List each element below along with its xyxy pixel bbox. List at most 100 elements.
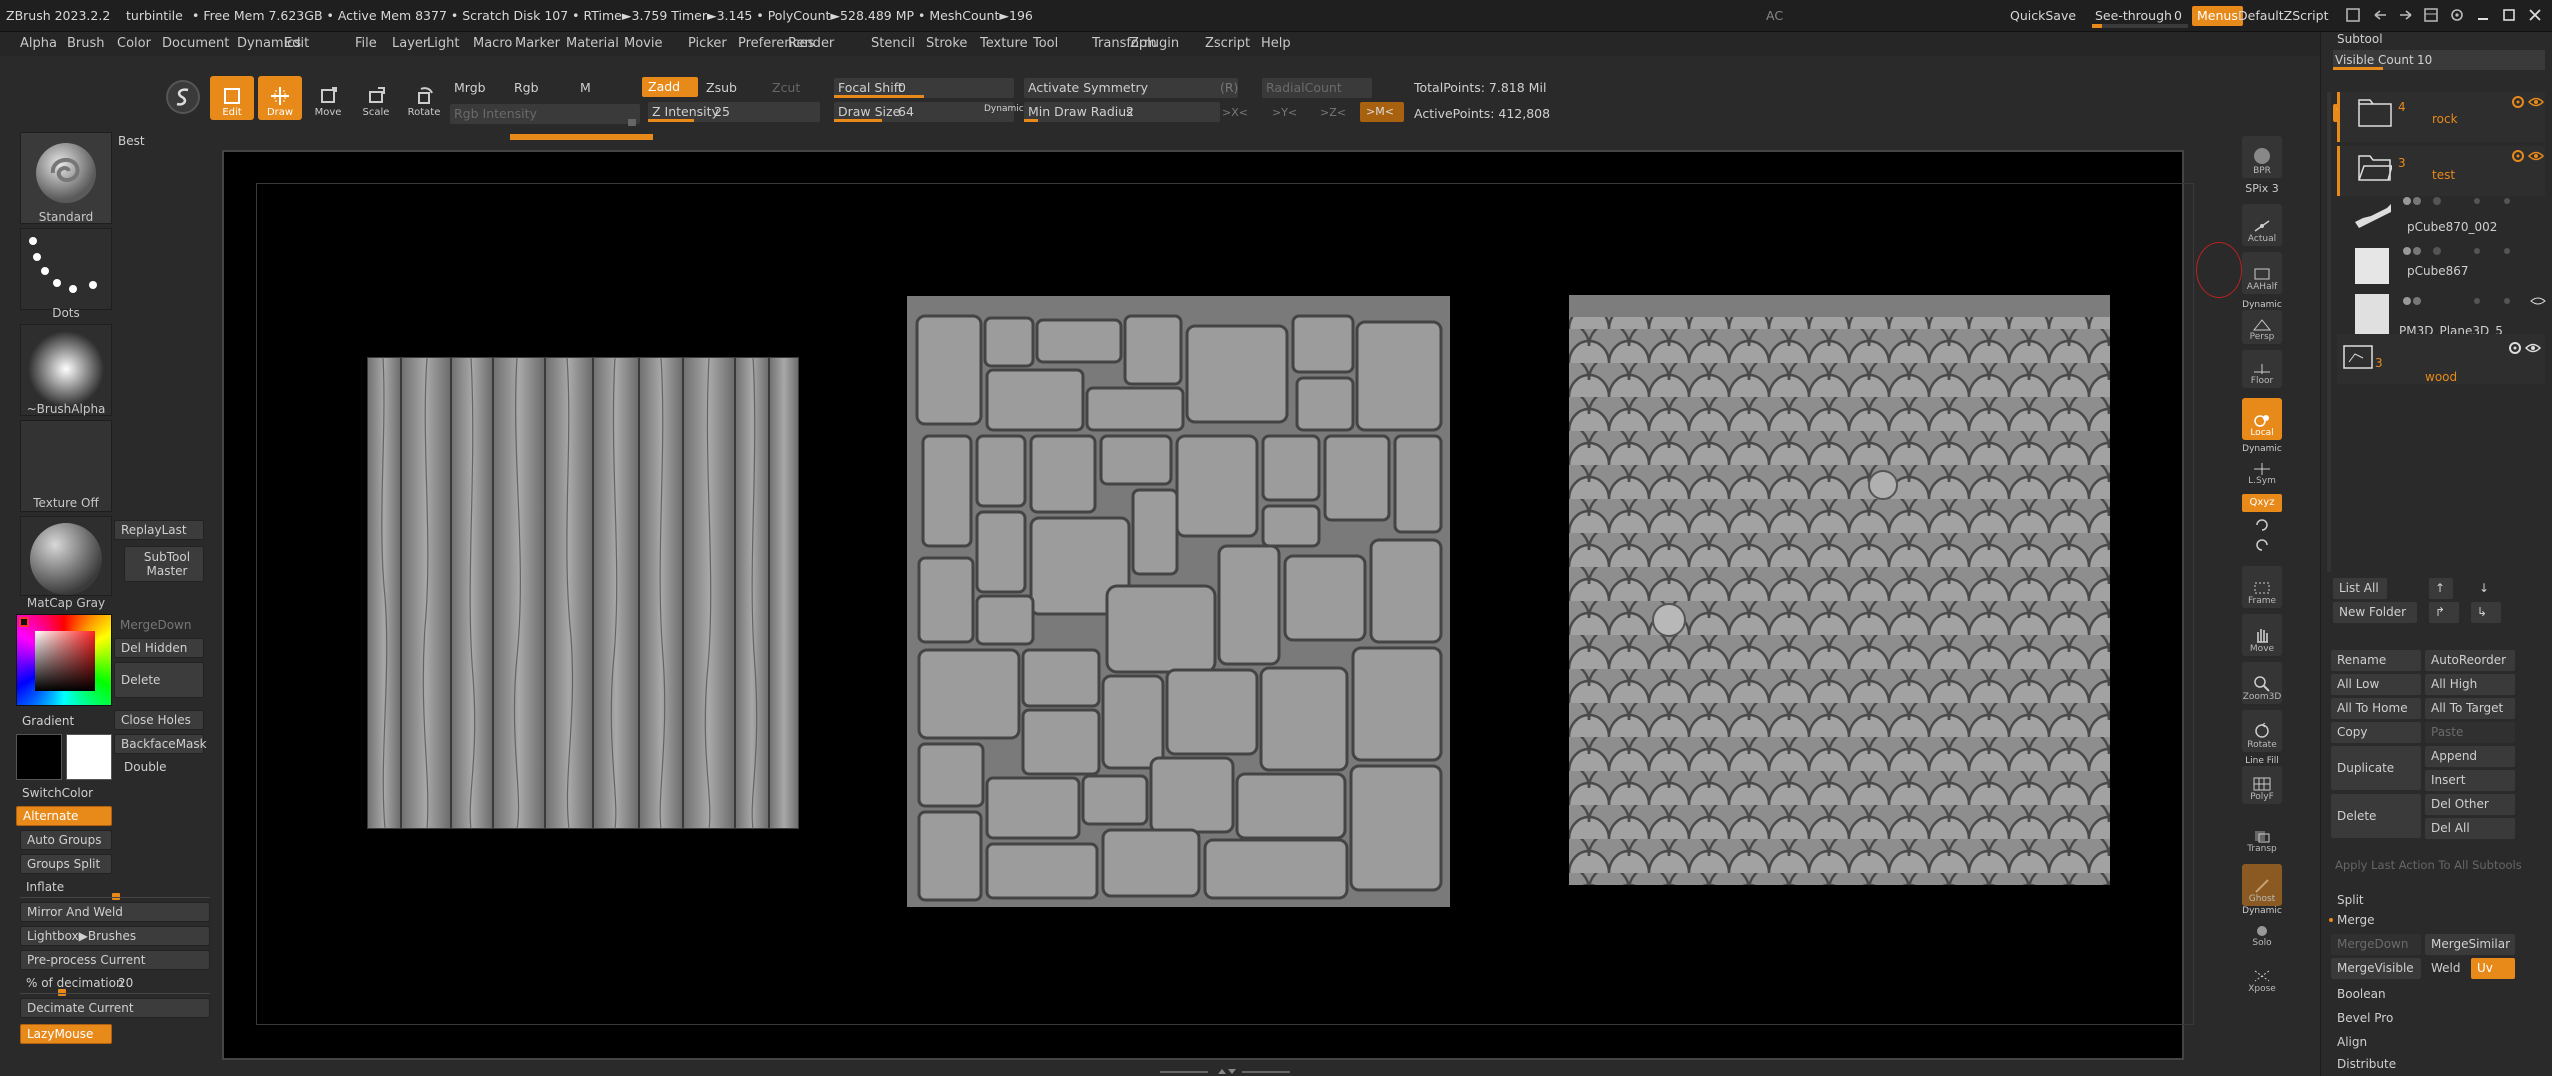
menu-material[interactable]: Movie — [624, 36, 662, 51]
draw-button[interactable]: Draw — [258, 76, 302, 120]
focal-shift-slider[interactable]: Focal Shift 0 — [834, 78, 1014, 98]
gear-icon[interactable] — [2510, 94, 2526, 110]
quicksave-button[interactable]: QuickSave — [2010, 8, 2076, 23]
bpr-button[interactable]: BPR — [2242, 136, 2282, 178]
menus-button[interactable]: Menus — [2192, 6, 2243, 26]
menu-preferences[interactable]: Render — [788, 36, 834, 51]
copy-button[interactable]: Copy — [2331, 722, 2421, 743]
solo-button[interactable]: Solo — [2242, 916, 2282, 950]
subtool-folder-wood[interactable]: 3 wood — [2337, 334, 2545, 384]
min-draw-radius-slider[interactable]: Min Draw Radius 2 — [1024, 102, 1220, 122]
subtool-master-button[interactable]: SubTool Master — [124, 546, 204, 582]
apply-last-action-button[interactable]: Apply Last Action To All Subtools — [2335, 858, 2522, 872]
menu-marker[interactable]: Material — [566, 36, 619, 51]
frame-button[interactable]: Frame — [2242, 566, 2282, 608]
bottom-tray-handle[interactable] — [1160, 1064, 1290, 1074]
preprocess-current-button[interactable]: Pre-process Current — [20, 950, 210, 970]
rename-button[interactable]: Rename — [2331, 650, 2421, 671]
stone-wall-mesh[interactable] — [907, 296, 1450, 907]
all-to-home-button[interactable]: All To Home — [2331, 698, 2421, 719]
rgb-intensity-slider[interactable]: Rgb Intensity — [450, 104, 640, 126]
dots-stroke-thumbnail[interactable] — [20, 228, 112, 310]
menu-transform[interactable]: Zplugin — [1130, 36, 1179, 51]
window-icon-1[interactable] — [2346, 8, 2360, 22]
menu-color[interactable]: Color — [117, 36, 151, 51]
list-all-button[interactable]: List All — [2333, 578, 2387, 599]
backface-mask-button[interactable]: BackfaceMask — [114, 734, 207, 754]
main-color-swatch[interactable] — [16, 734, 62, 780]
xpose-button[interactable]: Xpose — [2242, 958, 2282, 996]
menu-edit[interactable]: File — [355, 36, 377, 51]
rotate-button[interactable]: Rotate — [402, 76, 446, 120]
paste-button[interactable]: Paste — [2425, 722, 2515, 743]
ac-label[interactable]: AC — [1766, 8, 1783, 23]
rotate-z-icon[interactable] — [2254, 538, 2270, 552]
settings-icon[interactable] — [2450, 8, 2464, 22]
zadd-button[interactable]: Zadd — [642, 77, 698, 97]
wood-planks-mesh[interactable] — [366, 356, 800, 830]
polyf-button[interactable]: PolyF — [2242, 766, 2282, 804]
zcut-button[interactable]: Zcut — [772, 80, 800, 95]
see-through-slider[interactable] — [2092, 24, 2188, 28]
menu-zplugin[interactable]: Zscript — [1205, 36, 1250, 51]
bevel-pro-section[interactable]: Bevel Pro — [2331, 1008, 2545, 1029]
auto-groups-button[interactable]: Auto Groups — [20, 830, 112, 850]
lazymouse-button[interactable]: LazyMouse — [20, 1024, 112, 1044]
zoom3d-button[interactable]: Zoom3D — [2242, 662, 2282, 704]
undo-icon[interactable] — [2372, 8, 2388, 22]
lsym-button[interactable]: L.Sym — [2242, 454, 2282, 488]
maximize-icon[interactable] — [2502, 8, 2516, 22]
gear-icon[interactable] — [2507, 340, 2523, 356]
del-other-button[interactable]: Del Other — [2425, 794, 2515, 815]
qxyz-button[interactable]: Qxyz — [2242, 494, 2282, 512]
distribute-section[interactable]: Distribute — [2331, 1054, 2545, 1075]
persp-button[interactable]: Persp — [2242, 310, 2282, 344]
secondary-color-swatch[interactable] — [66, 734, 112, 780]
all-low-button[interactable]: All Low — [2331, 674, 2421, 695]
inflate-slider[interactable]: Inflate — [20, 878, 210, 900]
color-picker-square[interactable] — [35, 631, 95, 691]
subtool-toggle-row[interactable] — [2397, 244, 2547, 258]
merge-down-button[interactable]: MergeDown — [114, 616, 204, 636]
mirror-and-weld-button[interactable]: Mirror And Weld — [20, 902, 210, 922]
double-button[interactable]: Double — [118, 758, 204, 778]
sym-x-button[interactable]: >X< — [1222, 106, 1248, 119]
merge-section[interactable]: Merge — [2331, 910, 2545, 931]
new-folder-button[interactable]: New Folder — [2333, 602, 2417, 623]
close-holes-button[interactable]: Close Holes — [114, 710, 204, 730]
gradient-button[interactable]: Gradient — [22, 714, 74, 728]
visible-count-slider[interactable]: Visible Count 10 — [2333, 50, 2545, 70]
move-up-button[interactable]: ↑ — [2429, 578, 2453, 599]
menu-brush[interactable]: Brush — [67, 36, 105, 51]
m-button[interactable]: M — [580, 80, 591, 95]
close-icon[interactable] — [2528, 8, 2542, 22]
move-down-button[interactable]: ↓ — [2473, 578, 2497, 599]
menu-light[interactable]: Macro — [473, 36, 512, 51]
switch-color-button[interactable]: SwitchColor — [22, 786, 93, 800]
scale-button[interactable]: Scale — [354, 76, 398, 120]
color-picker-ring[interactable] — [16, 614, 112, 706]
subtool-toggle-row[interactable] — [2397, 194, 2547, 208]
gear-icon[interactable] — [2510, 148, 2526, 164]
all-to-target-button[interactable]: All To Target — [2425, 698, 2515, 719]
uv-toggle[interactable]: Uv — [2471, 958, 2515, 979]
subtool-folder-rock[interactable]: 4 rock — [2337, 92, 2545, 142]
append-button[interactable]: Append — [2425, 746, 2515, 767]
sym-z-button[interactable]: >Z< — [1320, 106, 1346, 119]
align-section[interactable]: Align — [2331, 1032, 2545, 1053]
groups-split-button[interactable]: Groups Split — [20, 854, 112, 874]
boolean-section[interactable]: Boolean — [2331, 984, 2545, 1005]
weld-toggle[interactable]: Weld — [2425, 958, 2465, 979]
insert-button[interactable]: Insert — [2425, 770, 2515, 791]
delete-subtool-button[interactable]: Delete — [2331, 794, 2421, 838]
palette-icon[interactable] — [2424, 8, 2438, 22]
subtool-scrollbar[interactable] — [2327, 92, 2331, 572]
minimize-icon[interactable] — [2476, 8, 2490, 22]
replay-last-button[interactable]: ReplayLast — [114, 520, 204, 540]
del-all-button[interactable]: Del All — [2425, 818, 2515, 839]
rotate-y-icon[interactable] — [2254, 518, 2270, 532]
delete-button[interactable]: Delete — [114, 662, 204, 698]
local-button[interactable]: Local — [2242, 398, 2282, 440]
menu-document[interactable]: Document — [162, 36, 229, 51]
aahalf-button[interactable]: AAHalf — [2242, 252, 2282, 294]
